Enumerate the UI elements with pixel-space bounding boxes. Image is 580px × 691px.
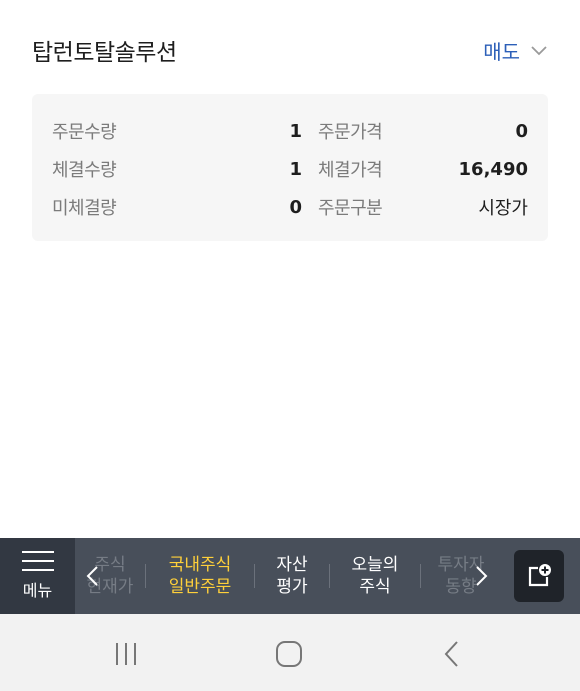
order-price-value: 0 [515,120,528,142]
tab-asset-evaluation[interactable]: 자산 평가 [255,538,329,614]
order-price-label: 주문가격 [318,122,383,143]
screen-tabs: 주식 현재가 국내주식 일반주문 자산 평가 오늘의 주식 투자자 동향 [75,538,580,614]
recent-apps-button[interactable] [106,638,146,670]
new-window-button[interactable] [514,550,564,602]
filled-price-label: 체결가격 [318,160,383,181]
filled-qty-label: 체결수량 [52,160,117,181]
order-qty-value: 1 [289,120,302,142]
chevron-left-icon[interactable] [83,564,103,588]
tab-label-line2: 주식 [359,577,391,597]
hamburger-icon [21,551,54,571]
home-button[interactable] [269,638,309,670]
tab-label-line2: 일반주문 [168,577,232,597]
filled-qty-value: 1 [289,158,302,180]
trade-type-dropdown[interactable]: 매도 [483,36,548,65]
order-info-row: 주문수량 1 주문가격 0 [52,112,528,150]
new-window-icon [528,564,551,587]
chevron-down-icon [531,46,547,56]
order-info-row: 미체결량 0 주문구분 시장가 [52,188,528,226]
menu-label: 메뉴 [22,581,53,600]
back-icon [444,641,458,667]
order-qty-label: 주문수량 [52,122,117,143]
tab-domestic-order[interactable]: 국내주식 일반주문 [146,538,254,614]
system-nav-bar [0,614,580,691]
order-type-value: 시장가 [478,198,528,219]
menu-button[interactable]: 메뉴 [0,538,75,614]
recent-apps-icon [116,643,136,665]
trade-type-label: 매도 [483,39,520,64]
home-icon [276,641,302,667]
tab-today-stock[interactable]: 오늘의 주식 [330,538,420,614]
order-info-card: 주문수량 1 주문가격 0 체결수량 1 체결가격 16,490 미체결량 0 … [32,94,548,241]
tab-label-line1: 국내주식 [168,555,232,575]
chevron-right-icon[interactable] [471,564,491,588]
filled-price-value: 16,490 [458,158,528,180]
tab-label-line1: 자산 [276,555,308,575]
tab-label-line2: 평가 [276,577,308,597]
bottom-menu-bar: 메뉴 주식 현재가 국내주식 일반주문 자산 평가 오늘의 주식 투자자 동향 [0,538,580,614]
order-detail-screen: 탑런토탈솔루션 매도 주문수량 1 주문가격 0 체결수량 1 체결가격 16,… [0,0,580,691]
tab-label-line1: 오늘의 [351,555,399,575]
stock-name: 탑런토탈솔루션 [32,40,177,66]
unfilled-qty-label: 미체결량 [52,198,117,219]
unfilled-qty-value: 0 [289,196,302,218]
header: 탑런토탈솔루션 매도 [32,22,548,78]
back-button[interactable] [432,638,472,670]
order-type-label: 주문구분 [318,198,383,219]
order-info-row: 체결수량 1 체결가격 16,490 [52,150,528,188]
